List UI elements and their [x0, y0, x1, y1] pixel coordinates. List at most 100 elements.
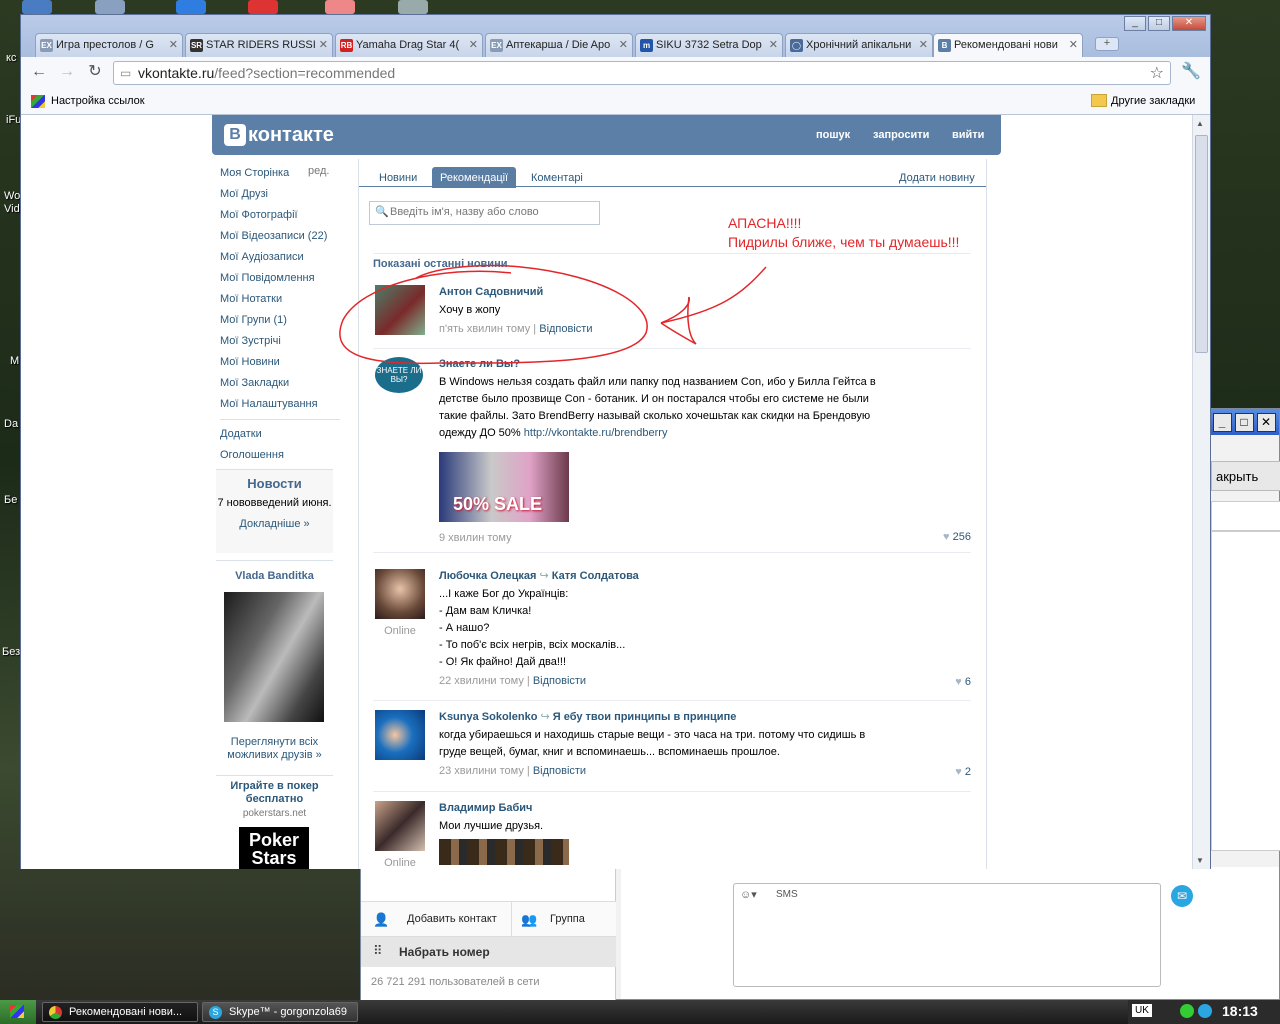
close-tab-icon[interactable]: ✕: [619, 38, 628, 51]
friend-photo[interactable]: [224, 592, 324, 722]
post-author[interactable]: Владимир Бабич: [439, 801, 959, 815]
tab-recommended[interactable]: Рекомендації: [432, 167, 517, 188]
nav-notes[interactable]: Мої Нотатки: [220, 289, 340, 310]
taskbar-item-skype[interactable]: S Skype™ - gorgonzola69: [202, 1002, 358, 1022]
post-banner[interactable]: 50% SALE: [439, 452, 569, 522]
desktop-icon[interactable]: [22, 0, 52, 14]
pokerstars-logo[interactable]: Poker Stars: [239, 827, 309, 869]
reload-icon[interactable]: ↻: [85, 63, 105, 83]
close-tab-icon[interactable]: ✕: [169, 38, 178, 51]
chrome-icon[interactable]: [248, 0, 278, 14]
photo-strip[interactable]: [439, 839, 569, 865]
nav-messages[interactable]: Мої Повідомлення: [220, 268, 340, 289]
close-tab-icon[interactable]: ✕: [319, 38, 328, 51]
clock[interactable]: 18:13: [1222, 1003, 1258, 1019]
tab-comments[interactable]: Коментарі: [523, 167, 591, 188]
ie-icon[interactable]: [176, 0, 206, 14]
browser-tab[interactable]: RB Yamaha Drag Star 4( ✕: [335, 33, 483, 57]
desktop-icon-label[interactable]: M: [10, 355, 19, 367]
nav-news[interactable]: Мої Новини: [220, 352, 340, 373]
desktop-icon[interactable]: [95, 0, 125, 14]
browser-tab[interactable]: ◯ Хронічний апікальни ✕: [785, 33, 933, 57]
desktop-icon-label[interactable]: iFu: [6, 114, 21, 126]
browser-tab[interactable]: EX Игра престолов / G ✕: [35, 33, 183, 57]
avatar[interactable]: [375, 710, 425, 760]
skype-tray-icon[interactable]: [1198, 1004, 1212, 1018]
header-link-logout[interactable]: вийти: [952, 129, 984, 141]
post-author[interactable]: Антон Садовничий: [439, 285, 959, 299]
new-tab-button[interactable]: +: [1095, 37, 1119, 51]
bookmark-item[interactable]: Настройка ссылок: [51, 95, 145, 107]
like-count[interactable]: ♥ 6: [955, 676, 971, 688]
nav-ads[interactable]: Оголошення: [220, 445, 340, 466]
close-button[interactable]: ✕: [1256, 412, 1276, 432]
ad-title[interactable]: Играйте в покер бесплатно: [218, 780, 331, 806]
post-time[interactable]: 9 хвилин тому: [439, 532, 959, 544]
close-tab-icon[interactable]: ✕: [1069, 38, 1078, 51]
all-friends-link[interactable]: Переглянути всіх можливих друзів »: [218, 736, 331, 762]
nav-groups[interactable]: Мої Групи (1): [220, 310, 340, 331]
other-bookmarks[interactable]: Другие закладки: [1111, 95, 1195, 107]
dial-bar[interactable]: ⠿ Набрать номер: [361, 937, 616, 967]
address-bar[interactable]: ▭ vkontakte.ru/feed?section=recommended …: [113, 61, 1171, 85]
dial-button[interactable]: Набрать номер: [399, 945, 490, 959]
vk-logo[interactable]: Вконтакте: [224, 124, 334, 147]
search-input[interactable]: 🔍 Введіть ім'я, назву або слово: [369, 201, 600, 225]
nav-settings[interactable]: Мої Налаштування: [220, 394, 340, 415]
minimize-button[interactable]: _: [1212, 412, 1232, 432]
repost-source[interactable]: Катя Солдатова: [552, 570, 639, 582]
desktop-icon-label[interactable]: Бе: [4, 494, 17, 506]
group-button[interactable]: Группа: [550, 913, 585, 925]
avatar[interactable]: [375, 801, 425, 851]
send-icon[interactable]: ✉: [1171, 885, 1193, 907]
desktop-icon-label[interactable]: Без: [2, 646, 20, 658]
start-button[interactable]: [0, 1000, 36, 1024]
news-box-link[interactable]: Докладніше »: [216, 518, 333, 530]
desktop-icon[interactable]: [325, 0, 355, 14]
post-time[interactable]: 23 хвилини тому: [439, 765, 524, 777]
vertical-scrollbar[interactable]: ▲ ▼: [1192, 115, 1210, 869]
wrench-icon[interactable]: 🔧: [1181, 63, 1201, 83]
post-time[interactable]: п'ять хвилин тому: [439, 323, 530, 335]
scroll-thumb[interactable]: [1195, 135, 1208, 353]
forward-icon[interactable]: →: [57, 63, 77, 83]
nav-audio[interactable]: Мої Аудіозаписи: [220, 247, 340, 268]
browser-tab[interactable]: m SIKU 3732 Setra Dop ✕: [635, 33, 783, 57]
close-tab-icon[interactable]: ✕: [919, 38, 928, 51]
maximize-button[interactable]: □: [1148, 16, 1170, 31]
message-input[interactable]: ☺▾ SMS: [733, 883, 1161, 987]
sms-button[interactable]: SMS: [776, 889, 798, 900]
taskbar-item-chrome[interactable]: Рекомендовані нови...: [42, 1002, 198, 1022]
back-icon[interactable]: ←: [29, 63, 49, 83]
close-button[interactable]: ✕: [1172, 16, 1206, 31]
add-contact-button[interactable]: Добавить контакт: [407, 913, 497, 925]
desktop-icon-label[interactable]: Vid: [4, 203, 20, 215]
friend-suggestion-name[interactable]: Vlada Banditka: [216, 570, 333, 582]
add-news-link[interactable]: Додати новину: [891, 167, 983, 188]
emoticon-icon[interactable]: ☺▾: [740, 888, 757, 901]
close-tab-icon[interactable]: ✕: [769, 38, 778, 51]
nav-bookmarks[interactable]: Мої Закладки: [220, 373, 340, 394]
nav-videos[interactable]: Мої Відеозаписи (22): [220, 226, 340, 247]
star-icon[interactable]: ☆: [1150, 63, 1164, 83]
close-tab-icon[interactable]: ✕: [469, 38, 478, 51]
avatar[interactable]: ЗНАЕТЕ ЛИ ВЫ?: [375, 357, 425, 407]
reply-link[interactable]: Відповісти: [533, 765, 586, 777]
nav-events[interactable]: Мої Зустрічі: [220, 331, 340, 352]
minimize-button[interactable]: _: [1124, 16, 1146, 31]
post-link[interactable]: http://vkontakte.ru/brendberry: [524, 427, 668, 439]
post-time[interactable]: 22 хвилини тому: [439, 675, 524, 687]
scroll-down-icon[interactable]: ▼: [1196, 856, 1204, 865]
like-count[interactable]: ♥ 2: [955, 766, 971, 778]
nav-apps[interactable]: Додатки: [220, 424, 340, 445]
browser-tab-active[interactable]: B Рекомендовані нови ✕: [933, 33, 1083, 57]
browser-tab[interactable]: EX Аптекарша / Die Apo ✕: [485, 33, 633, 57]
desktop-icon-label[interactable]: Da: [4, 418, 18, 430]
post-author[interactable]: Знаете ли Вы?: [439, 357, 959, 371]
nav-friends[interactable]: Мої Друзі: [220, 184, 340, 205]
header-link-invite[interactable]: запросити: [873, 129, 929, 141]
tab-news[interactable]: Новини: [371, 167, 425, 188]
network-icon[interactable]: [1180, 1004, 1194, 1018]
repost-source[interactable]: Я ебу твои принципы в принципе: [553, 711, 737, 723]
header-link-search[interactable]: пошук: [816, 129, 850, 141]
